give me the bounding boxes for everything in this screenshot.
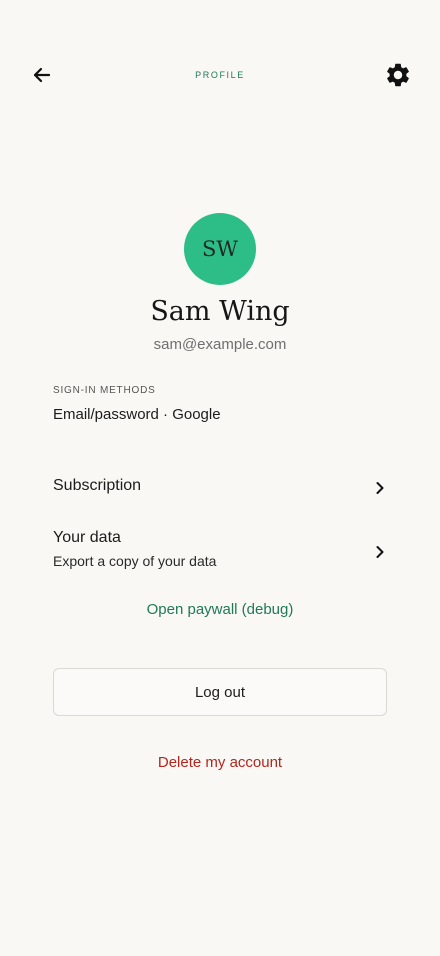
sign-in-methods-value: Email/password · Google [53, 406, 221, 423]
delete-account-link[interactable]: Delete my account [0, 754, 440, 771]
your-data-row[interactable]: Your data Export a copy of your data [53, 529, 387, 575]
sign-in-methods-label: SIGN-IN METHODS [53, 385, 156, 396]
open-paywall-debug-link[interactable]: Open paywall (debug) [0, 601, 440, 618]
gear-icon [387, 63, 409, 87]
logout-button[interactable]: Log out [53, 668, 387, 716]
top-bar: PROFILE [0, 0, 440, 150]
subscription-row[interactable]: Subscription [53, 477, 387, 499]
chevron-right-icon [376, 482, 384, 494]
user-name: Sam Wing [150, 296, 290, 327]
your-data-subtitle: Export a copy of your data [53, 553, 217, 569]
chevron-right-icon [376, 546, 384, 558]
subscription-title: Subscription [53, 477, 142, 494]
avatar: SW [184, 213, 256, 285]
user-email: sam@example.com [153, 336, 287, 353]
avatar-initials: SW [202, 237, 238, 261]
logout-label: Log out [194, 683, 246, 701]
settings-button[interactable] [384, 61, 412, 89]
your-data-title: Your data [53, 529, 121, 546]
page-title: PROFILE [195, 70, 245, 80]
